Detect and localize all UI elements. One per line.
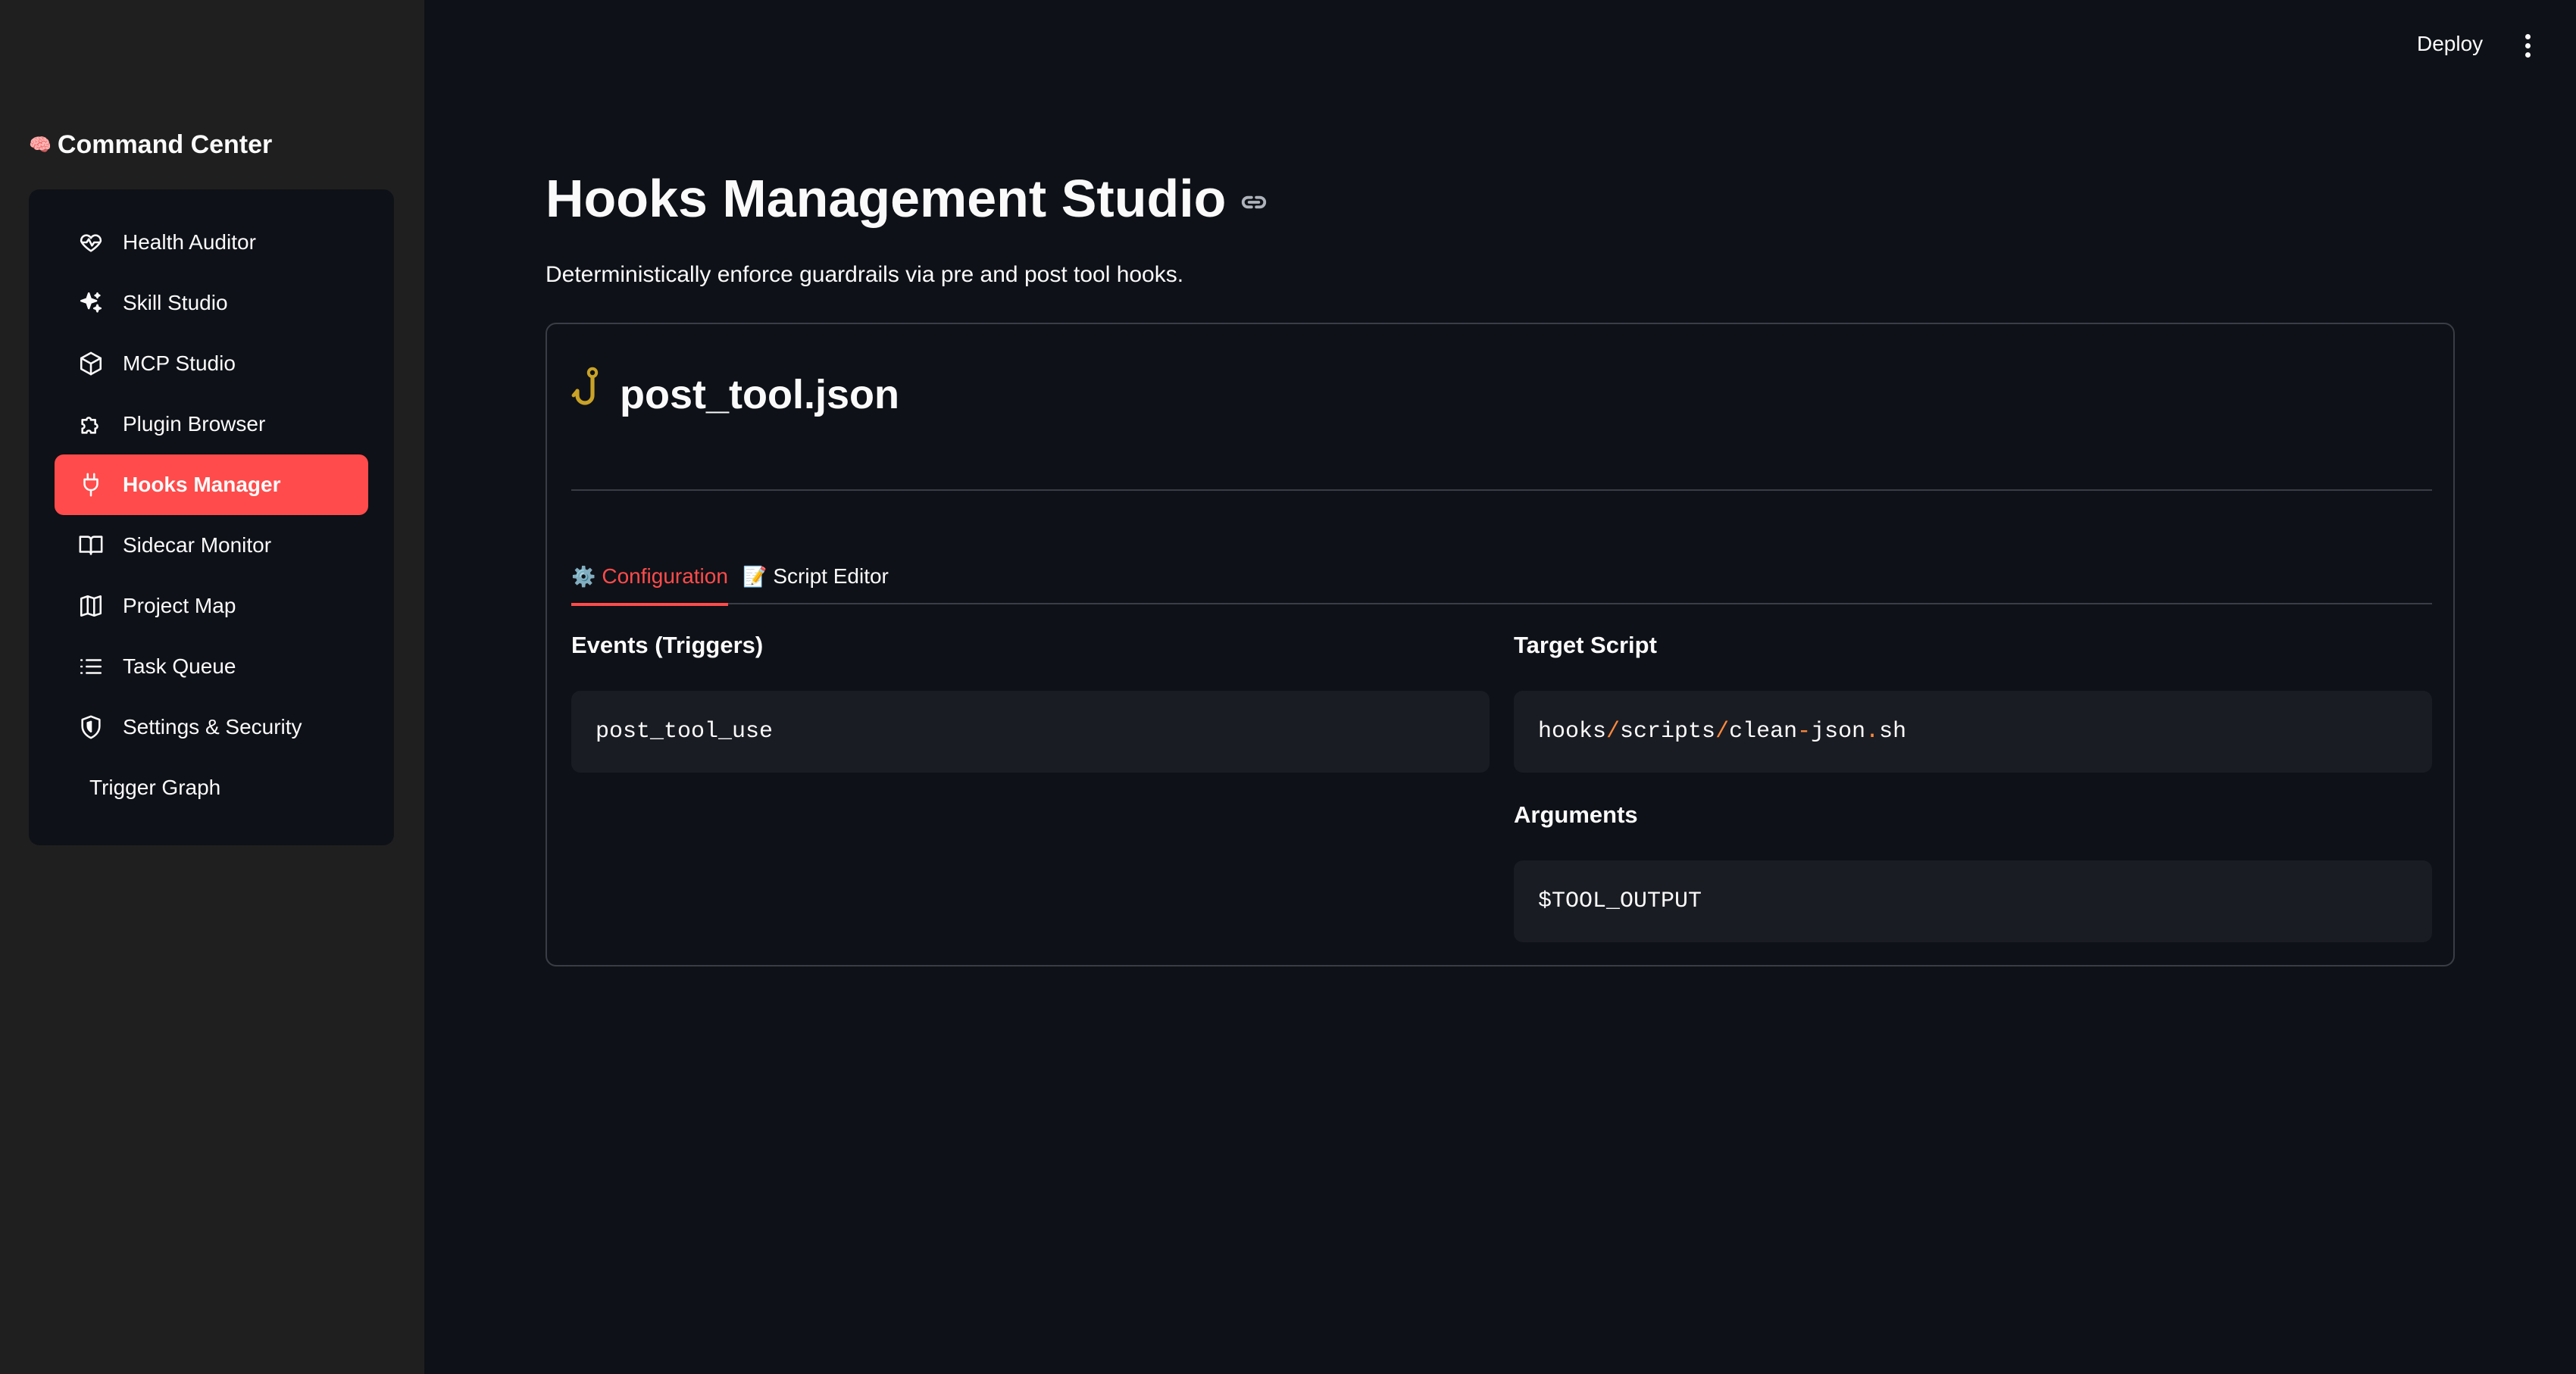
shield-icon: [77, 714, 105, 741]
tab-label: Script Editor: [773, 564, 889, 588]
tab-bar: ⚙️ Configuration 📝 Script Editor: [571, 548, 2432, 606]
arguments-label: Arguments: [1514, 801, 1638, 828]
sidebar-item-label: MCP Studio: [123, 351, 236, 375]
sidebar-nav: Health Auditor Skill Studio MCP Studio P…: [29, 189, 394, 845]
arguments-field[interactable]: $TOOL_OUTPUT: [1514, 860, 2432, 942]
target-script-label: Target Script: [1514, 632, 1657, 658]
events-field[interactable]: post_tool_use: [571, 691, 1490, 773]
sidebar-item-label: Project Map: [123, 594, 236, 617]
sidebar-item-label: Skill Studio: [123, 291, 228, 314]
sidebar-item-label: Plugin Browser: [123, 412, 266, 436]
sidebar-item-label: Sidecar Monitor: [123, 533, 272, 557]
heart-pulse-icon: [77, 229, 105, 256]
sidebar-item-sidecar-monitor[interactable]: Sidecar Monitor: [55, 515, 368, 576]
puzzle-icon: [77, 411, 105, 438]
divider: [571, 489, 2432, 491]
page-title: Hooks Management Studio: [546, 168, 1268, 229]
sparkles-icon: [77, 289, 105, 317]
hook-card: post_tool.json ⚙️ Configuration 📝 Script…: [546, 323, 2455, 966]
file-name: post_tool.json: [620, 371, 899, 417]
memo-icon: 📝: [742, 564, 767, 588]
tab-configuration[interactable]: ⚙️ Configuration: [571, 548, 728, 606]
sidebar-item-label: Health Auditor: [123, 230, 256, 254]
sidebar-item-health-auditor[interactable]: Health Auditor: [55, 212, 368, 273]
book-open-icon: [77, 532, 105, 559]
events-label: Events (Triggers): [571, 632, 764, 658]
map-icon: [77, 592, 105, 620]
target-script-value: hooks/scripts/clean-json.sh: [1538, 719, 1907, 745]
sidebar-item-plugin-browser[interactable]: Plugin Browser: [55, 394, 368, 454]
sidebar-item-settings-security[interactable]: Settings & Security: [55, 697, 368, 757]
sidebar-item-label: Task Queue: [123, 654, 236, 678]
target-script-field[interactable]: hooks/scripts/clean-json.sh: [1514, 691, 2432, 773]
sidebar-item-label: Trigger Graph: [89, 776, 221, 799]
page-title-text: Hooks Management Studio: [546, 169, 1227, 228]
arguments-value: $TOOL_OUTPUT: [1538, 888, 1702, 914]
brain-icon: 🧠: [29, 135, 52, 155]
sidebar: 🧠 Command Center Health Auditor Skill St…: [0, 0, 424, 1374]
sidebar-item-task-queue[interactable]: Task Queue: [55, 636, 368, 697]
deploy-button[interactable]: Deploy: [2409, 27, 2490, 61]
sidebar-item-mcp-studio[interactable]: MCP Studio: [55, 333, 368, 394]
events-value: post_tool_use: [596, 719, 774, 745]
tab-label: Configuration: [602, 564, 728, 588]
sidebar-item-label: Hooks Manager: [123, 473, 281, 496]
list-icon: [77, 653, 105, 680]
gear-icon: ⚙️: [571, 564, 596, 588]
link-icon[interactable]: [1240, 168, 1268, 229]
file-title: post_tool.json: [571, 367, 899, 422]
brand: 🧠 Command Center: [29, 130, 272, 160]
app-root: 🧠 Command Center Health Auditor Skill St…: [0, 0, 2576, 1374]
sidebar-item-hooks-manager[interactable]: Hooks Manager: [55, 454, 368, 515]
cube-icon: [77, 350, 105, 377]
page-subtitle: Deterministically enforce guardrails via…: [546, 262, 1184, 287]
sidebar-item-trigger-graph[interactable]: Trigger Graph: [55, 757, 368, 818]
sidebar-item-label: Settings & Security: [123, 715, 302, 739]
plug-icon: [77, 471, 105, 498]
more-options-icon[interactable]: [2514, 29, 2541, 62]
brand-title: Command Center: [57, 130, 273, 159]
tab-script-editor[interactable]: 📝 Script Editor: [742, 548, 889, 604]
sidebar-item-project-map[interactable]: Project Map: [55, 576, 368, 636]
hook-icon: [571, 367, 608, 422]
sidebar-item-skill-studio[interactable]: Skill Studio: [55, 273, 368, 333]
